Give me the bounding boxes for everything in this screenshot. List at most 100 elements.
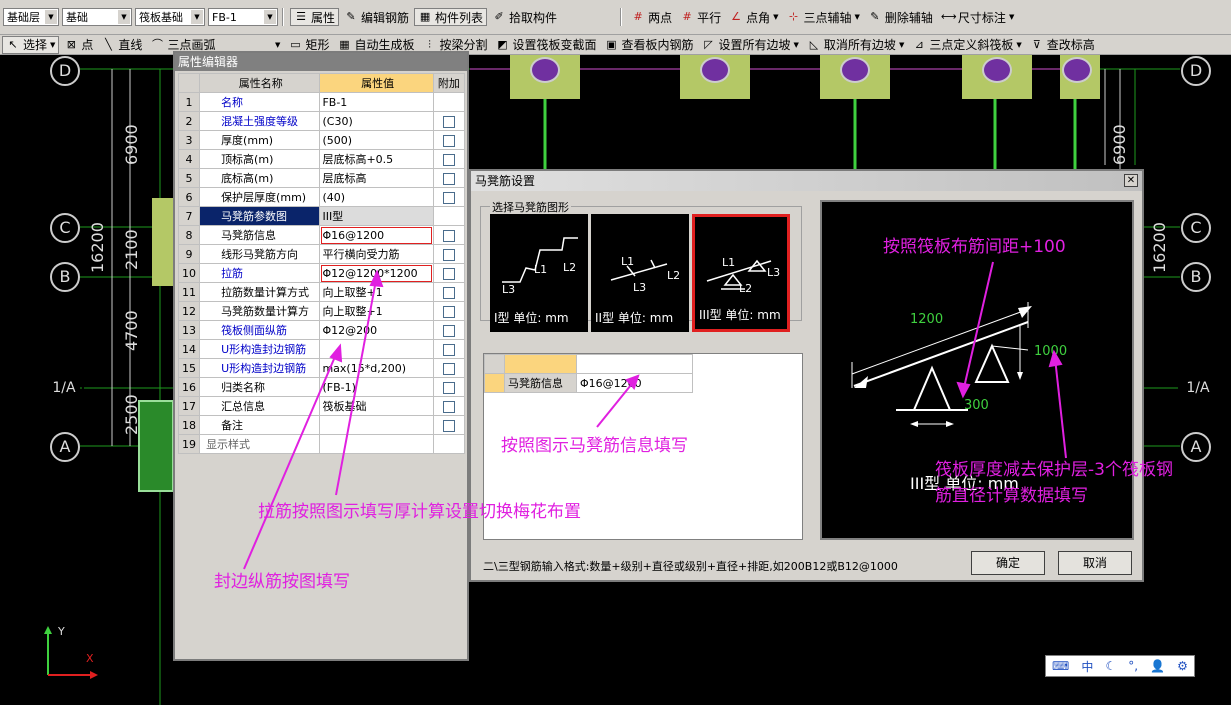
- property-value[interactable]: Φ12@200: [319, 320, 434, 340]
- gear-icon[interactable]: ⚙: [1177, 659, 1188, 673]
- extra-checkbox[interactable]: [442, 134, 455, 147]
- extra-checkbox[interactable]: [442, 343, 455, 356]
- extra-checkbox[interactable]: [442, 267, 455, 280]
- check-elev-button[interactable]: ⊽ 查改标高: [1027, 36, 1098, 54]
- axis-label-c-right: C: [1181, 213, 1211, 243]
- row-number: 18: [177, 415, 201, 435]
- property-value[interactable]: (500): [319, 130, 434, 150]
- foundation-pad[interactable]: [138, 400, 174, 492]
- extra-checkbox[interactable]: [442, 248, 455, 261]
- cancel-button[interactable]: 取消: [1058, 551, 1132, 575]
- component-list-button[interactable]: ▦ 构件列表: [414, 8, 488, 26]
- property-button[interactable]: ☰ 属性: [290, 8, 340, 26]
- property-value[interactable]: 向上取整+1: [319, 301, 434, 321]
- extra-checkbox[interactable]: [442, 172, 455, 185]
- type3-tile[interactable]: L1 L3 L2 III型 单位: mm: [692, 214, 790, 332]
- property-value[interactable]: (FB-1): [319, 377, 434, 397]
- property-value[interactable]: (C30): [319, 111, 434, 131]
- property-value[interactable]: [319, 434, 434, 454]
- property-row[interactable]: 10 拉筋 Φ12@1200*1200: [177, 263, 466, 283]
- property-value[interactable]: 筏板基础: [319, 396, 434, 416]
- property-value[interactable]: 平行横向受力筋: [319, 244, 434, 264]
- extra-checkbox[interactable]: [442, 305, 455, 318]
- extra-checkbox[interactable]: [442, 153, 455, 166]
- property-row[interactable]: 11 拉筋数量计算方式 向上取整+1: [177, 282, 466, 302]
- property-row[interactable]: 6 保护层厚度(mm) (40): [177, 187, 466, 207]
- two-point-button[interactable]: # 两点: [628, 8, 675, 26]
- property-row[interactable]: 4 顶标高(m) 层底标高+0.5: [177, 149, 466, 169]
- set-section-button[interactable]: ◩ 设置筏板变截面: [492, 36, 599, 54]
- parallel-button[interactable]: # 平行: [677, 8, 724, 26]
- property-row[interactable]: 19 显示样式: [177, 434, 466, 454]
- property-row[interactable]: 16 归类名称 (FB-1): [177, 377, 466, 397]
- keyboard-icon[interactable]: ⌨: [1052, 659, 1069, 673]
- extra-checkbox[interactable]: [442, 419, 455, 432]
- ok-button[interactable]: 确定: [971, 551, 1045, 575]
- property-row[interactable]: 12 马凳筋数量计算方 向上取整+1: [177, 301, 466, 321]
- edit-rebar-button[interactable]: ✎ 编辑钢筋: [341, 8, 412, 26]
- property-row[interactable]: 18 备注: [177, 415, 466, 435]
- extra-checkbox[interactable]: [442, 229, 455, 242]
- extra-checkbox[interactable]: [442, 362, 455, 375]
- extra-checkbox[interactable]: [442, 381, 455, 394]
- cancel-slope-button[interactable]: ◺ 取消所有边坡 ▼: [804, 36, 907, 54]
- property-row[interactable]: 17 汇总信息 筏板基础: [177, 396, 466, 416]
- extra-checkbox[interactable]: [442, 400, 455, 413]
- property-value[interactable]: FB-1: [319, 92, 434, 112]
- view-rebar-button[interactable]: ▣ 查看板内钢筋: [602, 36, 697, 54]
- moon-icon[interactable]: ☾: [1105, 659, 1116, 673]
- property-row[interactable]: 8 马凳筋信息 Φ16@1200: [177, 225, 466, 245]
- floor-select[interactable]: 基础层 ▼: [3, 8, 59, 26]
- punctuation-icon[interactable]: °,: [1128, 659, 1138, 673]
- property-row[interactable]: 5 底标高(m) 层底标高: [177, 168, 466, 188]
- property-value[interactable]: [319, 339, 434, 359]
- property-value[interactable]: max(15*d,200): [319, 358, 434, 378]
- property-row[interactable]: 2 混凝土强度等级 (C30): [177, 111, 466, 131]
- property-value[interactable]: Φ16@1200: [319, 225, 434, 245]
- extra-checkbox[interactable]: [442, 115, 455, 128]
- footing-block[interactable]: [152, 198, 174, 286]
- type-select[interactable]: 筏板基础 ▼: [135, 8, 205, 26]
- ime-mode[interactable]: 中: [1081, 658, 1093, 675]
- extra-checkbox[interactable]: [442, 191, 455, 204]
- delete-aux-button[interactable]: ✎ 删除辅轴: [865, 8, 936, 26]
- type1-tile[interactable]: L1 L2 L3 I型 单位: mm: [490, 214, 588, 332]
- type2-tile[interactable]: L1 L2 L3 II型 单位: mm: [591, 214, 689, 332]
- three-point-slope-button[interactable]: ⊿ 三点定义斜筏板 ▼: [909, 36, 1024, 54]
- property-row[interactable]: 7 马凳筋参数图 III型: [177, 206, 466, 226]
- category-select[interactable]: 基础 ▼: [62, 8, 132, 26]
- property-value[interactable]: 向上取整+1: [319, 282, 434, 302]
- rebar-info-value-cell[interactable]: Φ16@1200: [576, 373, 693, 393]
- column-marker[interactable]: [1062, 57, 1092, 83]
- extra-checkbox[interactable]: [442, 324, 455, 337]
- point-angle-button[interactable]: ∠ 点角 ▼: [726, 8, 781, 26]
- line-button[interactable]: ╲ 直线: [98, 36, 145, 54]
- property-value[interactable]: 层底标高+0.5: [319, 149, 434, 169]
- column-marker[interactable]: [982, 57, 1012, 83]
- property-row[interactable]: 1 名称 FB-1: [177, 92, 466, 112]
- property-value[interactable]: Φ12@1200*1200: [319, 263, 434, 283]
- pick-component-button[interactable]: ✐ 拾取构件: [489, 8, 560, 26]
- set-slope-button[interactable]: ◸ 设置所有边坡 ▼: [699, 36, 802, 54]
- column-marker[interactable]: [840, 57, 870, 83]
- property-row[interactable]: 15 U形构造封边钢筋 max(15*d,200): [177, 358, 466, 378]
- property-value[interactable]: (40): [319, 187, 434, 207]
- property-row[interactable]: 13 筏板侧面纵筋 Φ12@200: [177, 320, 466, 340]
- column-marker[interactable]: [530, 57, 560, 83]
- column-marker[interactable]: [700, 57, 730, 83]
- close-icon[interactable]: ✕: [1124, 174, 1138, 187]
- three-point-aux-button[interactable]: ⊹ 三点辅轴 ▼: [784, 8, 863, 26]
- property-row[interactable]: 9 线形马凳筋方向 平行横向受力筋: [177, 244, 466, 264]
- property-value[interactable]: [319, 415, 434, 435]
- property-value[interactable]: III型: [319, 206, 434, 226]
- point-button[interactable]: ⊠ 点: [61, 36, 96, 54]
- component-name-select[interactable]: FB-1 ▼: [208, 8, 278, 26]
- user-icon[interactable]: 👤: [1150, 659, 1165, 673]
- select-button[interactable]: ↖ 选择 ▼: [2, 35, 60, 54]
- dimension-button[interactable]: ⟷ 尺寸标注 ▼: [938, 8, 1017, 26]
- property-row[interactable]: 3 厚度(mm) (500): [177, 130, 466, 150]
- property-value[interactable]: 层底标高: [319, 168, 434, 188]
- property-row[interactable]: 14 U形构造封边钢筋: [177, 339, 466, 359]
- property-icon: ☰: [296, 10, 306, 23]
- extra-checkbox[interactable]: [442, 286, 455, 299]
